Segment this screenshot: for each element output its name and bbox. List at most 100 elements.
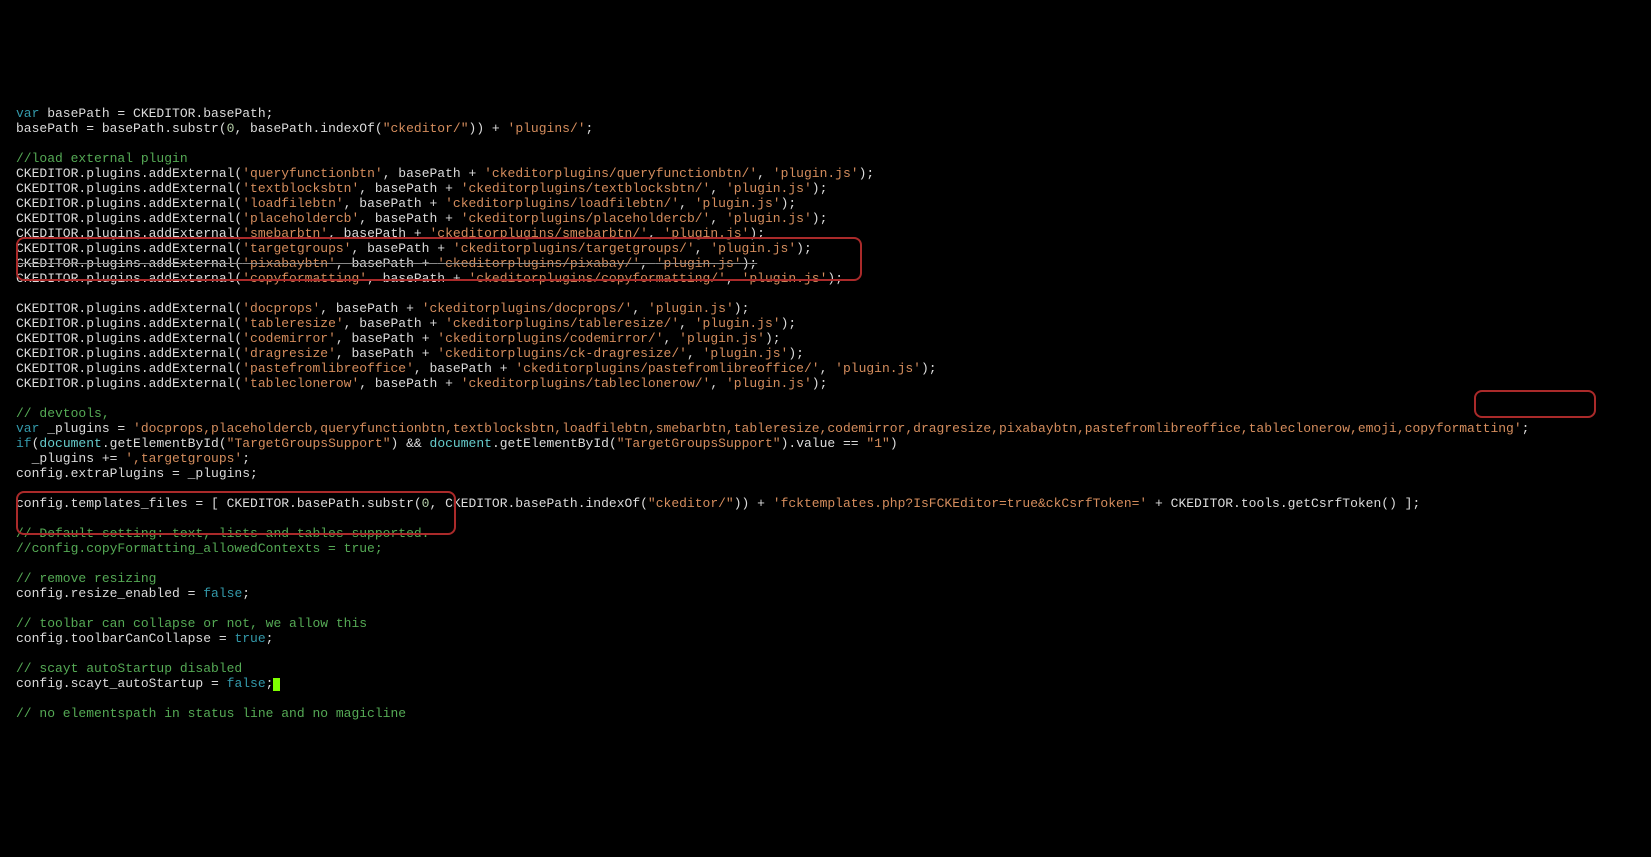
code-line[interactable]: // scayt autoStartup disabled <box>16 661 1635 676</box>
code-token: true <box>234 631 265 646</box>
code-line[interactable]: config.scayt_autoStartup = false; <box>16 676 1635 691</box>
code-editor[interactable]: var basePath = CKEDITOR.basePath;basePat… <box>16 76 1635 766</box>
code-token: // devtools, <box>16 406 110 421</box>
code-line[interactable]: CKEDITOR.plugins.addExternal('tableclone… <box>16 376 1635 391</box>
code-line[interactable]: config.extraPlugins = _plugins; <box>16 466 1635 481</box>
code-line[interactable] <box>16 646 1635 661</box>
code-line[interactable]: var basePath = CKEDITOR.basePath; <box>16 106 1635 121</box>
code-line[interactable]: config.resize_enabled = false; <box>16 586 1635 601</box>
code-token: CKEDITOR.plugins.addExternal( <box>16 331 242 346</box>
code-line[interactable]: CKEDITOR.plugins.addExternal('textblocks… <box>16 181 1635 196</box>
code-token: ; <box>242 451 250 466</box>
code-token: , <box>679 316 695 331</box>
code-line[interactable]: CKEDITOR.plugins.addExternal('copyformat… <box>16 271 1635 286</box>
code-token: 'plugin.js' <box>726 376 812 391</box>
code-token: ); <box>781 196 797 211</box>
code-token: 'plugin.js' <box>703 346 789 361</box>
code-token: // Default setting: text, lists and tabl… <box>16 526 429 541</box>
code-token: , <box>632 301 648 316</box>
code-token: basePath = CKEDITOR.basePath; <box>39 106 273 121</box>
code-line[interactable]: //load external plugin <box>16 151 1635 166</box>
code-line[interactable] <box>16 601 1635 616</box>
code-token: ); <box>788 346 804 361</box>
code-line[interactable]: CKEDITOR.plugins.addExternal('dragresize… <box>16 346 1635 361</box>
code-token: 'plugin.js' <box>679 331 765 346</box>
code-token: ; <box>266 631 274 646</box>
code-token: 'tableresize' <box>242 316 343 331</box>
code-token: "ckeditor/" <box>648 496 734 511</box>
code-line[interactable]: CKEDITOR.plugins.addExternal('docprops',… <box>16 301 1635 316</box>
code-token: 'placeholdercb' <box>242 211 359 226</box>
code-token: 'pastefromlibreoffice' <box>242 361 414 376</box>
code-token: // no elementspath in status line and no… <box>16 706 406 721</box>
code-token: .getElementById( <box>102 436 227 451</box>
code-line[interactable]: _plugins += ',targetgroups'; <box>16 451 1635 466</box>
code-line[interactable]: CKEDITOR.plugins.addExternal('smebarbtn'… <box>16 226 1635 241</box>
code-line[interactable]: CKEDITOR.plugins.addExternal('tableresiz… <box>16 316 1635 331</box>
code-token: ); <box>742 256 758 271</box>
code-line[interactable] <box>16 511 1635 526</box>
code-token: ); <box>921 361 937 376</box>
code-token: , <box>664 331 680 346</box>
code-token: 'docprops' <box>242 301 320 316</box>
code-line[interactable]: config.templates_files = [ CKEDITOR.base… <box>16 496 1635 511</box>
code-token: , basePath.indexOf( <box>234 121 382 136</box>
code-line[interactable]: CKEDITOR.plugins.addExternal('queryfunct… <box>16 166 1635 181</box>
code-token: 'dragresize' <box>242 346 336 361</box>
code-line[interactable]: CKEDITOR.plugins.addExternal('loadfilebt… <box>16 196 1635 211</box>
code-token: basePath = basePath.substr( <box>16 121 227 136</box>
code-line[interactable]: CKEDITOR.plugins.addExternal('codemirror… <box>16 331 1635 346</box>
code-token: , basePath + <box>336 346 437 361</box>
code-line[interactable]: // Default setting: text, lists and tabl… <box>16 526 1635 541</box>
code-token: CKEDITOR.plugins.addExternal( <box>16 361 242 376</box>
code-token: , basePath + <box>336 256 437 271</box>
code-token: , <box>710 211 726 226</box>
code-line[interactable] <box>16 391 1635 406</box>
code-token: 'plugin.js' <box>726 181 812 196</box>
code-token: .getElementById( <box>492 436 617 451</box>
code-token: // toolbar can collapse or not, we allow… <box>16 616 367 631</box>
code-token: "TargetGroupsSupport" <box>617 436 781 451</box>
code-token: 'codemirror' <box>242 331 336 346</box>
code-token: ); <box>781 316 797 331</box>
code-token: , <box>640 256 656 271</box>
code-token: ); <box>812 211 828 226</box>
code-token: false <box>227 676 266 691</box>
code-token: 'plugin.js' <box>726 211 812 226</box>
code-line[interactable] <box>16 691 1635 706</box>
code-token: )) + <box>469 121 508 136</box>
code-line[interactable] <box>16 556 1635 571</box>
code-token: ); <box>749 226 765 241</box>
code-token: if <box>16 436 32 451</box>
code-line[interactable]: basePath = basePath.substr(0, basePath.i… <box>16 121 1635 136</box>
code-token: //load external plugin <box>16 151 188 166</box>
code-line[interactable]: CKEDITOR.plugins.addExternal('pixabaybtn… <box>16 256 1635 271</box>
code-token: CKEDITOR.plugins.addExternal( <box>16 301 242 316</box>
code-line[interactable] <box>16 286 1635 301</box>
code-line[interactable]: // no elementspath in status line and no… <box>16 706 1635 721</box>
code-token: CKEDITOR.plugins.addExternal( <box>16 211 242 226</box>
code-line[interactable]: var _plugins = 'docprops,placeholdercb,q… <box>16 421 1635 436</box>
code-token: ); <box>765 331 781 346</box>
code-token: , basePath + <box>336 331 437 346</box>
code-line[interactable]: //config.copyFormatting_allowedContexts … <box>16 541 1635 556</box>
code-token: 'ckeditorplugins/smebarbtn/' <box>430 226 648 241</box>
code-line[interactable]: CKEDITOR.plugins.addExternal('targetgrou… <box>16 241 1635 256</box>
code-line[interactable] <box>16 136 1635 151</box>
code-token: 'plugin.js' <box>656 256 742 271</box>
code-token: + CKEDITOR.tools.getCsrfToken() ]; <box>1147 496 1420 511</box>
code-line[interactable]: // toolbar can collapse or not, we allow… <box>16 616 1635 631</box>
code-line[interactable]: CKEDITOR.plugins.addExternal('pastefroml… <box>16 361 1635 376</box>
code-line[interactable]: // remove resizing <box>16 571 1635 586</box>
code-line[interactable] <box>16 481 1635 496</box>
code-token: // scayt autoStartup disabled <box>16 661 242 676</box>
code-token: , basePath + <box>414 361 515 376</box>
code-line[interactable]: // devtools, <box>16 406 1635 421</box>
code-line[interactable]: config.toolbarCanCollapse = true; <box>16 631 1635 646</box>
code-line[interactable]: if(document.getElementById("TargetGroups… <box>16 436 1635 451</box>
code-token: , <box>648 226 664 241</box>
code-token: , basePath + <box>359 181 460 196</box>
code-token: document <box>430 436 492 451</box>
code-token: 'plugin.js' <box>835 361 921 376</box>
code-line[interactable]: CKEDITOR.plugins.addExternal('placeholde… <box>16 211 1635 226</box>
